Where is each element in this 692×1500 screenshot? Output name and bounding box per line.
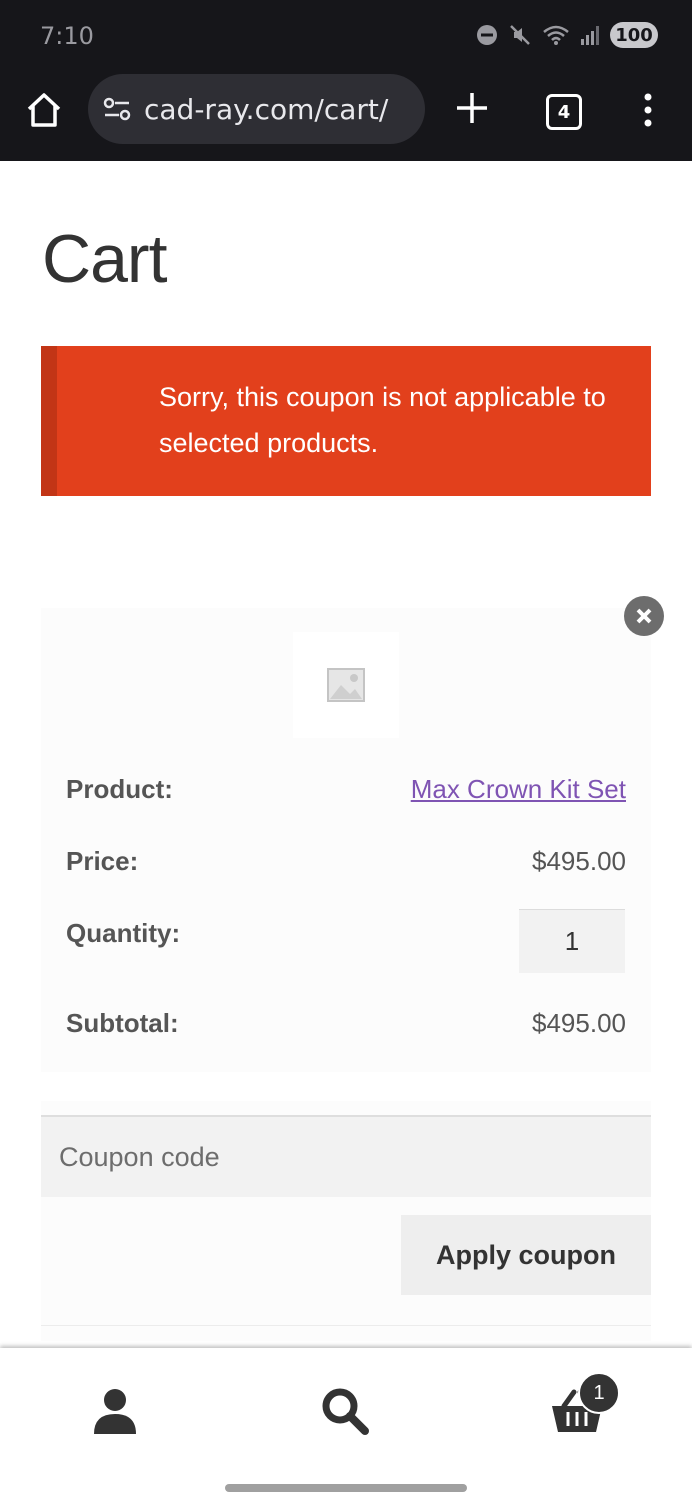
page-title: Cart xyxy=(42,221,167,297)
product-name-link[interactable]: Max Crown Kit Set xyxy=(411,774,626,805)
do-not-disturb-icon xyxy=(477,25,497,45)
coupon-code-input[interactable] xyxy=(41,1115,651,1197)
more-options-icon[interactable] xyxy=(640,92,656,128)
image-placeholder-icon xyxy=(327,668,365,702)
wifi-icon xyxy=(543,25,569,45)
quantity-label: Quantity: xyxy=(66,918,181,948)
mute-icon xyxy=(510,25,530,45)
price-label: Price: xyxy=(66,846,139,876)
cart-count-badge[interactable]: 1 xyxy=(578,1372,620,1414)
subtotal-value: $495.00 xyxy=(532,1008,626,1038)
browser-toolbar: cad-ray.com/cart/ 4 xyxy=(0,72,692,146)
address-bar[interactable]: cad-ray.com/cart/ xyxy=(88,74,425,144)
home-icon[interactable] xyxy=(24,90,64,130)
subtotal-label: Subtotal: xyxy=(66,1008,179,1038)
product-label: Product: xyxy=(66,774,173,804)
bottom-nav-bar: 1 xyxy=(0,1348,692,1500)
site-settings-icon[interactable] xyxy=(102,94,132,124)
apply-coupon-button[interactable]: Apply coupon xyxy=(401,1215,651,1295)
status-time: 7:10 xyxy=(40,22,94,50)
product-name[interactable]: Max Crown Kit Set xyxy=(411,774,626,804)
cart-item-card: Product: Max Crown Kit Set Price: $495.0… xyxy=(41,596,664,1072)
status-icons: 100 xyxy=(476,22,658,48)
account-icon[interactable] xyxy=(90,1386,140,1436)
price-value: $495.00 xyxy=(532,846,626,876)
product-thumbnail[interactable] xyxy=(293,632,399,738)
url-text[interactable]: cad-ray.com/cart/ xyxy=(144,93,388,126)
battery-indicator: 100 xyxy=(610,22,658,48)
tab-switcher-button[interactable]: 4 xyxy=(546,94,582,130)
error-notice-message: Sorry, this coupon is not applicable to … xyxy=(159,382,606,458)
signal-icon xyxy=(581,26,599,45)
browser-chrome: 7:10 100 cad-ray.com/cart/ 4 xyxy=(0,0,692,161)
close-icon xyxy=(636,608,652,624)
coupon-section: Apply coupon xyxy=(41,1101,651,1341)
gesture-home-indicator[interactable] xyxy=(225,1484,467,1492)
divider xyxy=(41,1325,651,1326)
new-tab-icon[interactable] xyxy=(454,90,490,126)
remove-item-button[interactable] xyxy=(624,596,664,636)
quantity-input[interactable] xyxy=(519,909,625,973)
error-notice: Sorry, this coupon is not applicable to … xyxy=(41,346,651,496)
search-icon[interactable] xyxy=(320,1386,370,1436)
